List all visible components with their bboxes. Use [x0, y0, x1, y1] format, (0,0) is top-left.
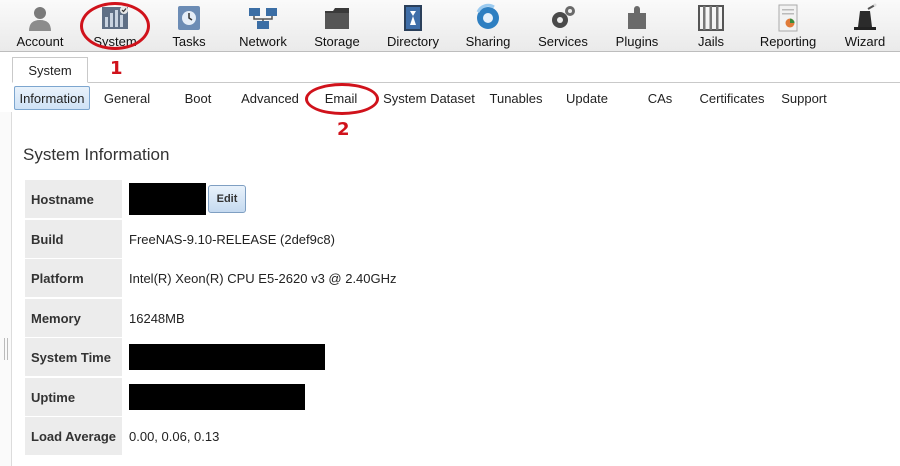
plugins-icon — [628, 6, 646, 29]
reporting-icon — [778, 4, 798, 32]
info-row-uptime: Uptime — [25, 378, 825, 416]
toolbar-wizard[interactable]: Wizard — [827, 0, 900, 52]
subtab-certificates[interactable]: Certificates — [696, 86, 768, 110]
row-value: Intel(R) Xeon(R) CPU E5-2620 v3 @ 2.40GH… — [129, 270, 397, 286]
redacted-block — [129, 384, 305, 410]
toolbar-account[interactable]: Account — [2, 0, 78, 52]
toolbar-reporting[interactable]: Reporting — [750, 0, 826, 52]
toolbar-jails[interactable]: Jails — [673, 0, 749, 52]
toolbar-label: Storage — [314, 34, 360, 49]
services-icon — [552, 6, 575, 28]
toolbar-tasks[interactable]: Tasks — [151, 0, 227, 52]
row-label: Platform — [25, 259, 122, 297]
toolbar-network[interactable]: Network — [225, 0, 301, 52]
toolbar-storage[interactable]: Storage — [299, 0, 375, 52]
directory-icon — [404, 5, 422, 31]
toolbar-label: Account — [16, 34, 64, 49]
subtab-advanced[interactable]: Advanced — [238, 86, 302, 110]
row-label: Memory — [25, 299, 122, 337]
toolbar-label: Reporting — [759, 34, 817, 49]
toolbar-directory[interactable]: Directory — [375, 0, 451, 52]
subtab-system-dataset[interactable]: System Dataset — [380, 86, 478, 110]
toolbar-label: Plugins — [615, 34, 659, 49]
splitter-handle[interactable] — [4, 338, 8, 360]
toolbar-label: Jails — [697, 34, 724, 49]
info-row-build: Build FreeNAS-9.10-RELEASE (2def9c8) — [25, 220, 825, 258]
row-label: Uptime — [25, 378, 122, 416]
subtab-boot[interactable]: Boot — [178, 86, 218, 110]
edit-hostname-button[interactable]: Edit — [208, 185, 246, 213]
info-row-system-time: System Time — [25, 338, 825, 376]
tab-bar-divider — [12, 82, 900, 83]
info-row-hostname: Hostname Edit — [25, 180, 825, 218]
subtab-tunables[interactable]: Tunables — [486, 86, 546, 110]
info-row-memory: Memory 16248MB — [25, 299, 825, 337]
subtab-cas[interactable]: CAs — [642, 86, 678, 110]
annotation-ellipse-system — [80, 2, 150, 50]
tab-bar: System — [0, 53, 900, 83]
annotation-number-2: 2 — [337, 119, 350, 140]
uptime-value — [129, 378, 305, 416]
redacted-block — [129, 183, 206, 215]
toolbar-label: Sharing — [465, 34, 511, 49]
info-row-load-average: Load Average 0.00, 0.06, 0.13 — [25, 417, 825, 455]
info-row-platform: Platform Intel(R) Xeon(R) CPU E5-2620 v3… — [25, 259, 825, 297]
hostname-value — [129, 180, 206, 218]
tasks-icon — [178, 6, 200, 30]
storage-icon — [325, 8, 349, 29]
system-subtabs: Information General Boot Advanced Email … — [12, 86, 900, 112]
toolbar-label: Directory — [386, 34, 439, 49]
subtab-general[interactable]: General — [100, 86, 154, 110]
system-time-value — [129, 338, 325, 376]
panel-title: System Information — [23, 145, 170, 164]
row-value: 16248MB — [129, 310, 185, 326]
account-icon — [29, 7, 51, 31]
subtab-support[interactable]: Support — [776, 86, 832, 110]
row-value: FreeNAS-9.10-RELEASE (2def9c8) — [129, 231, 335, 247]
sharing-icon — [476, 3, 499, 29]
row-value: 0.00, 0.06, 0.13 — [129, 428, 220, 444]
row-label: Build — [25, 220, 122, 258]
row-label: Load Average — [25, 417, 122, 455]
subtab-information[interactable]: Information — [14, 86, 90, 110]
annotation-ellipse-email — [305, 83, 379, 115]
wizard-icon — [854, 3, 877, 30]
row-label: System Time — [25, 338, 122, 376]
redacted-block — [129, 344, 325, 370]
toolbar-services[interactable]: Services — [525, 0, 601, 52]
left-panel-edge — [0, 112, 12, 466]
network-icon — [249, 8, 277, 29]
toolbar-label: Services — [538, 34, 588, 49]
tab-system[interactable]: System — [12, 57, 88, 83]
jails-icon — [698, 5, 724, 31]
toolbar-sharing[interactable]: Sharing — [450, 0, 526, 52]
row-label: Hostname — [25, 180, 122, 218]
toolbar-plugins[interactable]: Plugins — [599, 0, 675, 52]
subtab-update[interactable]: Update — [562, 86, 612, 110]
toolbar-label: Tasks — [172, 34, 206, 49]
toolbar-label: Network — [239, 34, 287, 49]
toolbar-label: Wizard — [844, 34, 886, 49]
